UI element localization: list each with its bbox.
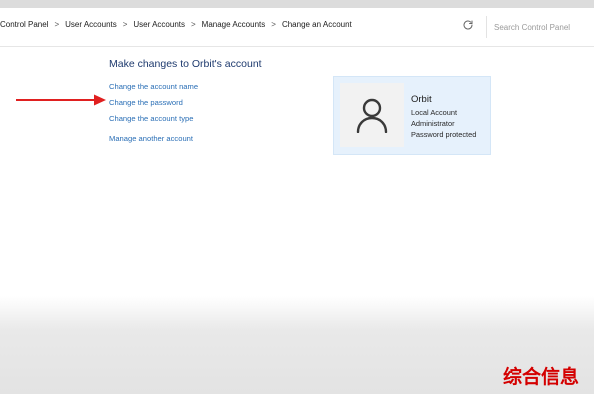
watermark: 综合信息: [503, 366, 580, 388]
breadcrumb-separator: >: [122, 19, 128, 29]
refresh-icon[interactable]: [461, 18, 475, 32]
page-title: Make changes to Orbit's account: [109, 58, 262, 70]
breadcrumb-user-accounts[interactable]: User Accounts: [65, 20, 117, 29]
breadcrumb-control-panel[interactable]: Control Panel: [0, 20, 48, 29]
breadcrumb-separator: >: [271, 19, 276, 29]
search-input[interactable]: [487, 21, 594, 33]
manage-another-account-link[interactable]: Manage another account: [109, 134, 193, 143]
breadcrumb-manage-accounts[interactable]: Manage Accounts: [202, 20, 266, 29]
change-password-link[interactable]: Change the password: [109, 98, 183, 107]
breadcrumb: Control Panel > User Accounts > User Acc…: [0, 15, 352, 33]
account-status: Password protected: [411, 130, 477, 139]
change-account-name-link[interactable]: Change the account name: [109, 82, 198, 91]
account-name: Orbit: [411, 94, 432, 105]
change-account-type-link[interactable]: Change the account type: [109, 114, 193, 123]
search-box[interactable]: [486, 16, 594, 38]
account-role: Administrator: [411, 119, 455, 128]
breadcrumb-change-an-account[interactable]: Change an Account: [282, 20, 352, 29]
user-icon: [340, 83, 404, 147]
account-card: Orbit Local Account Administrator Passwo…: [333, 76, 491, 155]
red-arrow-annotation: [16, 94, 106, 106]
account-type: Local Account: [411, 108, 458, 117]
breadcrumb-user-accounts-2[interactable]: User Accounts: [133, 20, 185, 29]
breadcrumb-separator: >: [190, 19, 196, 29]
breadcrumb-separator: >: [54, 19, 60, 29]
